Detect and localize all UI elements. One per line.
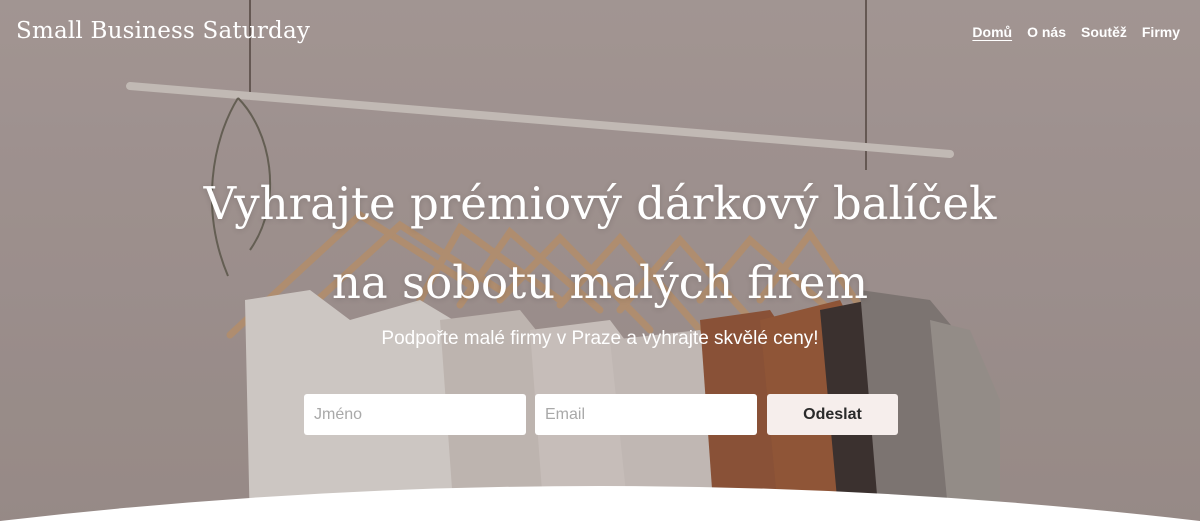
nav-item-businesses[interactable]: Firmy: [1142, 24, 1180, 40]
name-input[interactable]: [304, 394, 526, 435]
hero-headline-line-1: Vyhrajte prémiový dárkový balíček: [203, 177, 997, 230]
bottom-wave-divider: [0, 486, 1200, 531]
main-nav: Domů O nás Soutěž Firmy: [972, 24, 1180, 40]
nav-item-about[interactable]: O nás: [1027, 24, 1066, 40]
hero-subtitle: Podpořte malé firmy v Praze a vyhrajte s…: [381, 328, 819, 349]
nav-item-contest[interactable]: Soutěž: [1081, 24, 1127, 40]
submit-button[interactable]: Odeslat: [767, 394, 898, 435]
email-input[interactable]: [535, 394, 757, 435]
nav-item-home[interactable]: Domů: [972, 24, 1012, 40]
hero-section: Small Business Saturday Domů O nás Soutě…: [0, 0, 1200, 531]
hero-headline: Vyhrajte prémiový dárkový balíček na sob…: [0, 164, 1200, 322]
brand-logo-text[interactable]: Small Business Saturday: [16, 18, 310, 44]
contest-signup-form: Odeslat: [304, 394, 898, 435]
hero-headline-line-2: na sobotu malých firem: [331, 256, 869, 309]
